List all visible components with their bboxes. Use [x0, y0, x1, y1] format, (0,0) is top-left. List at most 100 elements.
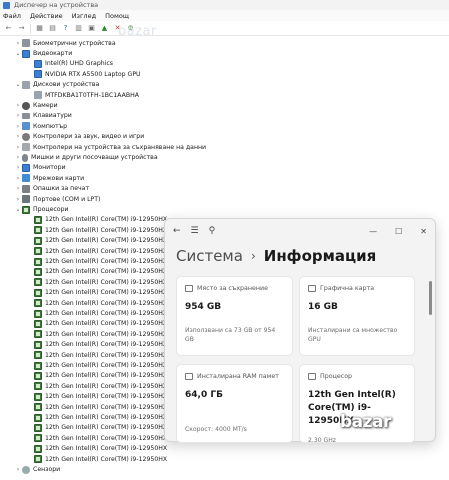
tree-category[interactable]: › Портове (COM и LPT)	[14, 194, 100, 204]
tree-device[interactable]: 12th Gen Intel(R) Core(TM) i9-12950HX	[22, 277, 167, 287]
tree-device[interactable]: 12th Gen Intel(R) Core(TM) i9-12950HX	[22, 319, 167, 329]
cpu-device-icon	[34, 455, 42, 464]
tree-device[interactable]: 12th Gen Intel(R) Core(TM) i9-12950HX	[22, 329, 167, 339]
tree-device[interactable]: 12th Gen Intel(R) Core(TM) i9-12950HX	[22, 256, 167, 266]
tree-item-label: 12th Gen Intel(R) Core(TM) i9-12950HX	[45, 351, 168, 359]
tree-device[interactable]: 12th Gen Intel(R) Core(TM) i9-12950HX	[22, 371, 167, 381]
tree-device[interactable]: 12th Gen Intel(R) Core(TM) i9-12950HX	[22, 340, 167, 350]
forward-icon[interactable]: →	[17, 24, 26, 33]
scan-hardware-icon[interactable]: ▣	[87, 24, 96, 33]
tree-device[interactable]: 12th Gen Intel(R) Core(TM) i9-12950HX	[22, 454, 167, 464]
chevron-right-icon[interactable]: ›	[14, 185, 22, 192]
chevron-down-icon[interactable]: ⌄	[14, 81, 22, 88]
close-icon[interactable]: ✕	[420, 227, 427, 236]
tree-device[interactable]: 12th Gen Intel(R) Core(TM) i9-12950HX	[22, 236, 167, 246]
tree-category[interactable]: ⌄ Дискови устройства	[14, 80, 99, 90]
tree-device[interactable]: 12th Gen Intel(R) Core(TM) i9-12950HX	[22, 392, 167, 402]
gpu-card[interactable]: Графична карта 16 GB Инсталирани са множ…	[299, 276, 415, 356]
tree-item-label: 12th Gen Intel(R) Core(TM) i9-12950HX	[45, 330, 168, 338]
tree-device[interactable]: Intel(R) UHD Graphics	[22, 59, 113, 69]
tree-device[interactable]: 12th Gen Intel(R) Core(TM) i9-12950HX	[22, 444, 167, 454]
tree-category[interactable]: › Контролери за звук, видео и игри	[14, 132, 144, 142]
tree-category[interactable]: › Сензори	[14, 464, 60, 474]
breadcrumb-system[interactable]: Система	[176, 247, 243, 265]
tree-device[interactable]: 12th Gen Intel(R) Core(TM) i9-12950HX	[22, 288, 167, 298]
tree-item-label: 12th Gen Intel(R) Core(TM) i9-12950HX	[45, 341, 168, 349]
tree-category[interactable]: › Камери	[14, 100, 58, 110]
chevron-right-icon[interactable]: ›	[14, 175, 22, 182]
tree-device[interactable]: 12th Gen Intel(R) Core(TM) i9-12950HX	[22, 402, 167, 412]
back-icon[interactable]: ←	[4, 24, 13, 33]
tree-category[interactable]: › Мрежови карти	[14, 173, 84, 183]
settings-titlebar: ← ☰ ⚲ — ☐ ✕	[165, 219, 435, 243]
chevron-right-icon[interactable]: ›	[14, 154, 22, 161]
list-view-icon[interactable]: ▤	[48, 24, 57, 33]
tree-category[interactable]: › Монитори	[14, 163, 66, 173]
grid-view-icon[interactable]: ▥	[74, 24, 83, 33]
chevron-right-icon[interactable]: ›	[14, 102, 22, 109]
help-icon[interactable]: ?	[61, 24, 70, 33]
properties-icon[interactable]: ▦	[35, 24, 44, 33]
tree-device[interactable]: 12th Gen Intel(R) Core(TM) i9-12950HX	[22, 267, 167, 277]
tree-item-label: 12th Gen Intel(R) Core(TM) i9-12950HX	[45, 237, 168, 245]
tree-item-label: Мишки и други посочващи устройства	[31, 154, 158, 162]
tree-item-label: Компютър	[33, 122, 68, 130]
cpu-device-icon	[34, 434, 42, 443]
scrollbar[interactable]	[429, 281, 432, 315]
back-arrow-icon[interactable]: ←	[173, 226, 181, 236]
cpu-device-icon	[34, 257, 42, 266]
tree-device[interactable]: 12th Gen Intel(R) Core(TM) i9-12950HX	[22, 423, 167, 433]
menu-hamburger-icon[interactable]: ☰	[191, 226, 199, 236]
tree-item-label: Биометрични устройства	[33, 39, 116, 47]
maximize-icon[interactable]: ☐	[395, 227, 402, 236]
tree-category[interactable]: › Клавиатури	[14, 111, 72, 121]
sens-device-icon	[22, 465, 30, 474]
tree-item-label: Контролери за звук, видео и игри	[33, 133, 145, 141]
mon-device-icon	[22, 49, 30, 58]
ram-card[interactable]: Инсталирана RAM памет 64,0 ГБ Скорост: 4…	[176, 364, 293, 443]
tree-device[interactable]: 12th Gen Intel(R) Core(TM) i9-12950HX	[22, 360, 167, 370]
chevron-right-icon[interactable]: ›	[14, 466, 22, 473]
cpu-card-sub: 2.30 GHz	[308, 437, 337, 444]
update-driver-icon[interactable]: ▲	[100, 24, 109, 33]
tree-category[interactable]: › Мишки и други посочващи устройства	[14, 152, 158, 162]
tree-device[interactable]: 12th Gen Intel(R) Core(TM) i9-12950HX	[22, 350, 167, 360]
menu-help[interactable]: Помощ	[105, 12, 129, 20]
tree-category[interactable]: › Контролери на устройства за съхраняване…	[14, 142, 206, 152]
tree-device[interactable]: 12th Gen Intel(R) Core(TM) i9-12950HX	[22, 225, 167, 235]
tree-category[interactable]: ⌄ Процесори	[14, 204, 69, 214]
tree-device[interactable]: 12th Gen Intel(R) Core(TM) i9-12950HX	[22, 433, 167, 443]
menu-file[interactable]: Файл	[3, 12, 21, 20]
tree-device[interactable]: 12th Gen Intel(R) Core(TM) i9-12950HX	[22, 308, 167, 318]
chevron-right-icon[interactable]: ›	[14, 196, 22, 203]
tree-category[interactable]: › Компютър	[14, 121, 67, 131]
storage-card[interactable]: Място за съхранение 954 GB Използвани са…	[176, 276, 293, 356]
minimize-icon[interactable]: —	[369, 227, 377, 236]
chevron-down-icon[interactable]: ⌄	[14, 50, 22, 57]
tree-device[interactable]: 12th Gen Intel(R) Core(TM) i9-12950HX	[22, 298, 167, 308]
tree-category[interactable]: › Биометрични устройства	[14, 38, 116, 48]
tree-device[interactable]: 12th Gen Intel(R) Core(TM) i9-12950HX	[22, 381, 167, 391]
menu-view[interactable]: Изглед	[72, 12, 96, 20]
menu-action[interactable]: Действие	[30, 12, 63, 20]
chevron-right-icon[interactable]: ›	[14, 40, 22, 47]
tree-item-label: Intel(R) UHD Graphics	[45, 60, 114, 68]
tree-item-label: 12th Gen Intel(R) Core(TM) i9-12950HX	[45, 289, 168, 297]
tree-device[interactable]: 12th Gen Intel(R) Core(TM) i9-12950HX	[22, 246, 167, 256]
chevron-right-icon[interactable]: ›	[14, 133, 22, 140]
tree-device[interactable]: MTFDKBA1T0TFH-1BC1AABHA	[22, 90, 139, 100]
tree-device[interactable]: NVIDIA RTX A5500 Laptop GPU	[22, 69, 141, 79]
tree-device[interactable]: 12th Gen Intel(R) Core(TM) i9-12950HX	[22, 412, 167, 422]
tree-category[interactable]: › Опашки за печат	[14, 184, 89, 194]
chevron-right-icon[interactable]: ›	[14, 164, 22, 171]
chevron-right-icon[interactable]: ›	[14, 123, 22, 130]
chevron-right-icon[interactable]: ›	[14, 144, 22, 151]
cpu-device-icon	[34, 413, 42, 422]
chevron-right-icon[interactable]: ›	[14, 112, 22, 119]
tree-device[interactable]: 12th Gen Intel(R) Core(TM) i9-12950HX	[22, 215, 167, 225]
search-icon[interactable]: ⚲	[209, 226, 216, 236]
cpu-device-icon	[34, 382, 42, 391]
page-title: Информация	[263, 247, 377, 265]
chevron-down-icon[interactable]: ⌄	[14, 206, 22, 213]
tree-category[interactable]: ⌄ Видеокарти	[14, 48, 72, 58]
